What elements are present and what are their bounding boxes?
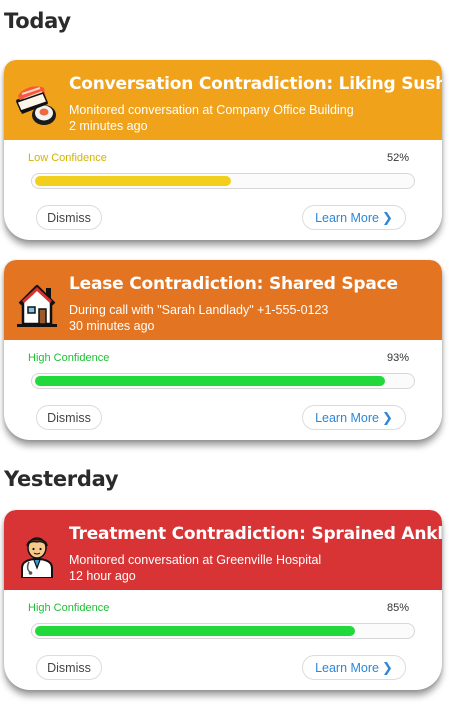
learn-more-button[interactable]: Learn More ❯ xyxy=(302,205,406,230)
chevron-right-icon: ❯ xyxy=(382,659,393,675)
section-title-yesterday: Yesterday xyxy=(4,467,119,491)
alert-time: 30 minutes ago xyxy=(69,319,155,333)
dismiss-label: Dismiss xyxy=(47,410,91,425)
learn-more-label: Learn More xyxy=(315,660,380,675)
confidence-bar-fill xyxy=(35,626,355,636)
chevron-right-icon: ❯ xyxy=(382,209,393,225)
confidence-percent: 52% xyxy=(386,152,409,164)
confidence-percent: 85% xyxy=(386,602,409,614)
alert-time: 2 minutes ago xyxy=(69,119,148,133)
sushi-icon xyxy=(12,82,62,128)
confidence-percent: 93% xyxy=(386,352,409,364)
dismiss-label: Dismiss xyxy=(47,210,91,225)
alert-subtitle: Monitored conversation at Greenville Hos… xyxy=(69,553,322,567)
confidence-label: High Confidence xyxy=(28,352,110,364)
confidence-bar xyxy=(31,373,415,389)
learn-more-label: Learn More xyxy=(315,210,380,225)
learn-more-button[interactable]: Learn More ❯ xyxy=(302,405,406,430)
confidence-bar xyxy=(31,173,415,189)
alert-card-lease: Lease Contradiction: Shared Space During… xyxy=(4,260,442,440)
alert-header: Treatment Contradiction: Sprained Ankle … xyxy=(4,510,442,590)
alert-header: Lease Contradiction: Shared Space During… xyxy=(4,260,442,340)
dismiss-label: Dismiss xyxy=(47,660,91,675)
doctor-icon xyxy=(12,532,62,579)
alert-title: Conversation Contradiction: Liking Sushi xyxy=(69,74,442,94)
alert-header: Conversation Contradiction: Liking Sushi… xyxy=(4,60,442,140)
confidence-label: Low Confidence xyxy=(28,152,107,164)
alert-card-treatment: Treatment Contradiction: Sprained Ankle … xyxy=(4,510,442,690)
alert-title: Treatment Contradiction: Sprained Ankle xyxy=(69,524,442,544)
alert-card-sushi: Conversation Contradiction: Liking Sushi… xyxy=(4,60,442,240)
section-title-today: Today xyxy=(4,9,71,33)
learn-more-label: Learn More xyxy=(315,410,380,425)
dismiss-button[interactable]: Dismiss xyxy=(36,655,102,680)
confidence-bar-fill xyxy=(35,176,231,186)
dismiss-button[interactable]: Dismiss xyxy=(36,405,102,430)
dismiss-button[interactable]: Dismiss xyxy=(36,205,102,230)
alert-subtitle: Monitored conversation at Company Office… xyxy=(69,103,354,117)
alert-subtitle: During call with "Sarah Landlady" +1-555… xyxy=(69,303,329,317)
house-icon xyxy=(12,282,62,328)
chevron-right-icon: ❯ xyxy=(382,409,393,425)
confidence-bar-fill xyxy=(35,376,385,386)
learn-more-button[interactable]: Learn More ❯ xyxy=(302,655,406,680)
confidence-bar xyxy=(31,623,415,639)
alert-time: 12 hour ago xyxy=(69,569,136,583)
confidence-label: High Confidence xyxy=(28,602,110,614)
alert-title: Lease Contradiction: Shared Space xyxy=(69,274,398,294)
